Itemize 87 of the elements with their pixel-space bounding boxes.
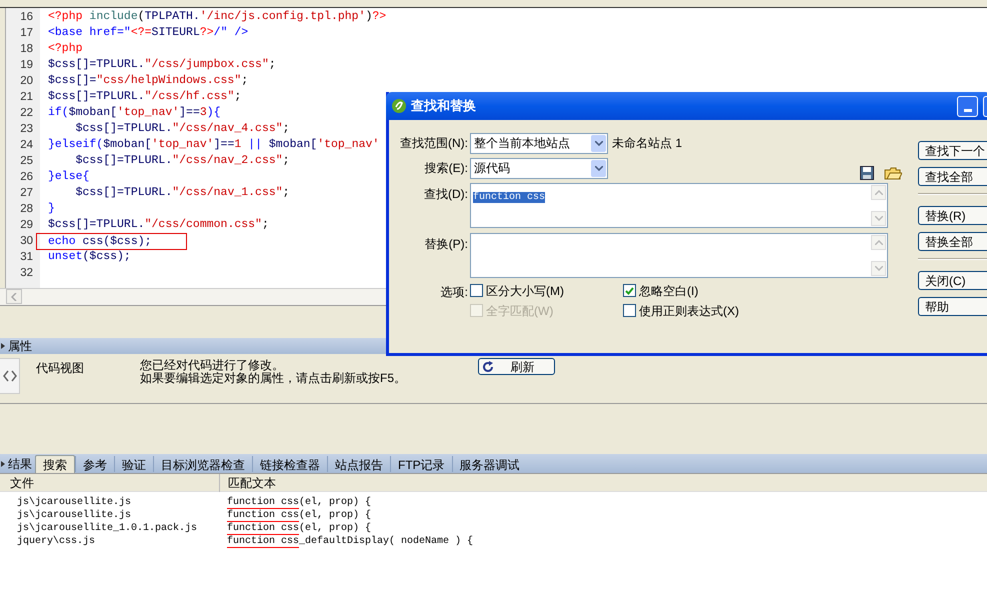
field-label: 查找(D):	[423, 186, 469, 203]
dialog-button[interactable]: 查找下一个	[918, 141, 987, 160]
code-line: if($moban['top_nav']==3){	[48, 105, 221, 121]
results-tab[interactable]: FTP记录	[390, 456, 452, 472]
code-line: }	[48, 201, 55, 217]
line-number: 24	[19, 138, 34, 153]
results-tab[interactable]: 验证	[114, 456, 153, 472]
field-label: 选项:	[440, 284, 469, 301]
table-cell-text: js\jcarousellite_1.0.1.pack.js	[17, 522, 198, 535]
line-number: 25	[19, 154, 34, 169]
collapse-triangle-icon[interactable]	[1, 343, 5, 349]
code-line: $css[]="css/helpWindows.css";	[48, 73, 248, 89]
code-line: $css[]=TPLURL."/css/jumpbox.css";	[48, 57, 276, 73]
refresh-button[interactable]: 刷新	[478, 358, 555, 375]
dialog-button[interactable]: 帮助	[918, 297, 987, 316]
code-line: <?php	[48, 41, 83, 57]
results-tab[interactable]: 链接检查器	[252, 456, 327, 472]
line-number: 22	[19, 106, 34, 121]
line-number: 16	[19, 10, 34, 25]
line-number: 26	[19, 170, 34, 185]
checkbox-label: 使用正则表达式(X)	[639, 302, 739, 320]
line-number: 17	[19, 26, 34, 41]
dialog-button[interactable]: 替换全部	[918, 232, 987, 251]
checkbox[interactable]	[470, 284, 483, 297]
line-number: 32	[19, 266, 34, 281]
table-cell: function css_defaultDisplay( nodeName ) {	[227, 535, 474, 548]
minimize-icon	[964, 108, 972, 112]
dialog-title: 查找和替换	[411, 97, 477, 116]
code-view-icon[interactable]	[0, 358, 20, 394]
app-logo-icon	[392, 99, 406, 113]
results-tab[interactable]: 服务器调试	[452, 456, 527, 472]
search-dropdown[interactable]: 源代码	[470, 158, 608, 178]
field-label: 搜索(E):	[424, 160, 469, 177]
checkbox[interactable]	[623, 304, 636, 317]
field-label: 查找范围(N):	[399, 135, 469, 152]
results-tab[interactable]: 搜索	[35, 455, 75, 473]
line-number: 29	[19, 218, 34, 233]
dialog-button[interactable]: 替换(R)	[918, 206, 987, 225]
checkbox-label: 全字匹配(W)	[486, 302, 554, 320]
collapse-triangle-icon[interactable]	[1, 460, 5, 466]
table-cell-text: js\jcarousellite.js	[17, 509, 132, 522]
line-number: 21	[19, 90, 34, 105]
folder-icon[interactable]	[884, 166, 902, 180]
results-tab[interactable]: 目标浏览器检查	[153, 456, 252, 472]
panel-title: 结果	[8, 456, 32, 472]
table-cell-text: jquery\css.js	[17, 535, 96, 548]
column-header[interactable]: 匹配文本	[228, 474, 276, 492]
code-line: $css[]=TPLURL."/css/nav_2.css";	[74, 153, 290, 169]
code-line: }elseif($moban['top_nav']==1 || $moban['top_nav'	[48, 137, 380, 153]
dialog-button[interactable]: 查找全部	[918, 167, 987, 186]
table-cell: function css(el, prop) {	[227, 496, 372, 509]
column-header[interactable]: 文件	[10, 474, 220, 492]
code-line: unset($css);	[48, 249, 131, 265]
checkbox[interactable]	[623, 284, 636, 297]
table-cell: function css(el, prop) {	[227, 509, 372, 522]
refresh-icon	[482, 360, 494, 372]
message-text: 如果要编辑选定对象的属性，请点击刷新或按F5。	[140, 372, 408, 385]
line-number: 19	[19, 58, 34, 73]
line-number: 28	[19, 202, 34, 217]
dialog-button[interactable]: 关闭(C)	[918, 271, 987, 290]
line-number: 18	[19, 42, 34, 57]
save-icon[interactable]	[860, 166, 874, 180]
line-number: 31	[19, 250, 34, 265]
line-number: 27	[19, 186, 34, 201]
checkbox-label: 忽略空白(I)	[639, 282, 698, 300]
table-cell-text: js\jcarousellite.js	[17, 496, 132, 509]
minimize-button[interactable]	[957, 96, 978, 116]
code-line: $css[]=TPLURL."/css/common.css";	[48, 217, 269, 233]
code-line: <?php include(TPLPATH.'/inc/js.config.tpl.php')?>	[48, 9, 386, 25]
panel-title: 属性	[8, 338, 32, 355]
code-line: $css[]=TPLURL."/css/nav_4.css";	[74, 121, 290, 137]
line-number: 30	[19, 234, 34, 249]
message-text: 您已经对代码进行了修改。	[140, 359, 285, 372]
line-number: 20	[19, 74, 34, 89]
site-name: 未命名站点 1	[612, 135, 682, 152]
results-tab[interactable]: 参考	[75, 456, 114, 472]
scope-dropdown[interactable]: 整个当前本地站点	[470, 132, 608, 154]
code-line: }else{	[48, 169, 90, 185]
table-cell: function css(el, prop) {	[227, 522, 372, 535]
view-label: 代码视图	[36, 360, 85, 377]
checkbox-label: 区分大小写(M)	[486, 282, 564, 300]
code-line: <base href="<?=SITEURL?>/" />	[48, 25, 248, 41]
code-line: $css[]=TPLURL."/css/hf.css";	[48, 89, 242, 105]
code-line: $css[]=TPLURL."/css/nav_1.css";	[74, 185, 290, 201]
results-tab[interactable]: 站点报告	[327, 456, 390, 472]
line-number: 23	[19, 122, 34, 137]
field-label: 替换(P):	[424, 236, 469, 253]
